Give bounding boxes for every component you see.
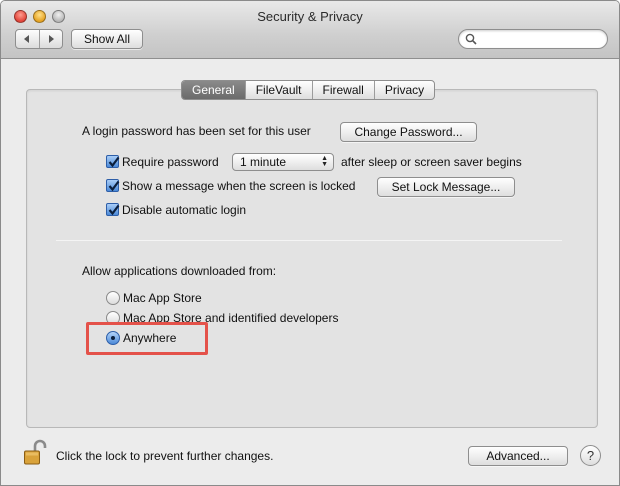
require-password-delay-value: 1 minute	[240, 155, 287, 169]
lock-button[interactable]	[23, 438, 47, 469]
title-bar: Security & Privacy Show All	[1, 1, 619, 59]
set-lock-message-button[interactable]: Set Lock Message...	[377, 177, 515, 197]
tab-bar: General FileVault Firewall Privacy	[181, 80, 436, 100]
radio-mac-app-store[interactable]	[106, 291, 120, 305]
after-sleep-text: after sleep or screen saver begins	[341, 155, 522, 169]
back-arrow-icon	[24, 35, 30, 43]
allow-apps-heading: Allow applications downloaded from:	[82, 264, 277, 278]
forward-button[interactable]	[38, 30, 63, 48]
disable-auto-login-checkbox[interactable]	[106, 203, 120, 216]
change-password-button[interactable]: Change Password...	[340, 122, 477, 142]
popup-arrows-icon: ▲ ▼	[321, 155, 328, 168]
show-message-checkbox[interactable]	[106, 179, 120, 192]
tab-privacy[interactable]: Privacy	[373, 81, 434, 99]
tab-general[interactable]: General	[182, 81, 245, 99]
require-password-checkbox[interactable]	[106, 155, 120, 168]
lock-instruction-text: Click the lock to prevent further change…	[56, 449, 274, 463]
forward-arrow-icon	[48, 35, 54, 43]
search-icon	[465, 33, 477, 45]
login-password-text: A login password has been set for this u…	[82, 124, 311, 138]
window-title: Security & Privacy	[257, 9, 363, 24]
require-password-label: Require password	[122, 155, 219, 169]
search-input[interactable]	[481, 31, 599, 47]
section-divider	[56, 240, 562, 241]
require-password-delay-select[interactable]: 1 minute ▲ ▼	[232, 153, 334, 171]
tab-filevault[interactable]: FileVault	[244, 81, 312, 99]
back-button[interactable]	[16, 30, 39, 48]
navigation-segmented-control	[15, 29, 63, 49]
search-field[interactable]	[458, 29, 608, 49]
checkmark-icon	[108, 180, 120, 192]
tab-firewall[interactable]: Firewall	[311, 81, 374, 99]
security-privacy-window: Security & Privacy Show All General File…	[0, 0, 620, 486]
advanced-button[interactable]: Advanced...	[468, 446, 568, 466]
checkmark-icon	[108, 204, 120, 216]
radio-anywhere-label: Anywhere	[123, 331, 177, 345]
disable-auto-login-label: Disable automatic login	[122, 203, 247, 217]
general-panel	[26, 89, 598, 428]
show-message-label: Show a message when the screen is locked	[122, 179, 356, 193]
help-button[interactable]: ?	[580, 445, 601, 466]
show-all-button[interactable]: Show All	[71, 29, 143, 49]
checkmark-icon	[108, 156, 120, 168]
radio-mac-app-store-label: Mac App Store	[123, 291, 202, 305]
radio-anywhere[interactable]	[106, 331, 120, 345]
unlocked-padlock-icon	[24, 439, 47, 465]
